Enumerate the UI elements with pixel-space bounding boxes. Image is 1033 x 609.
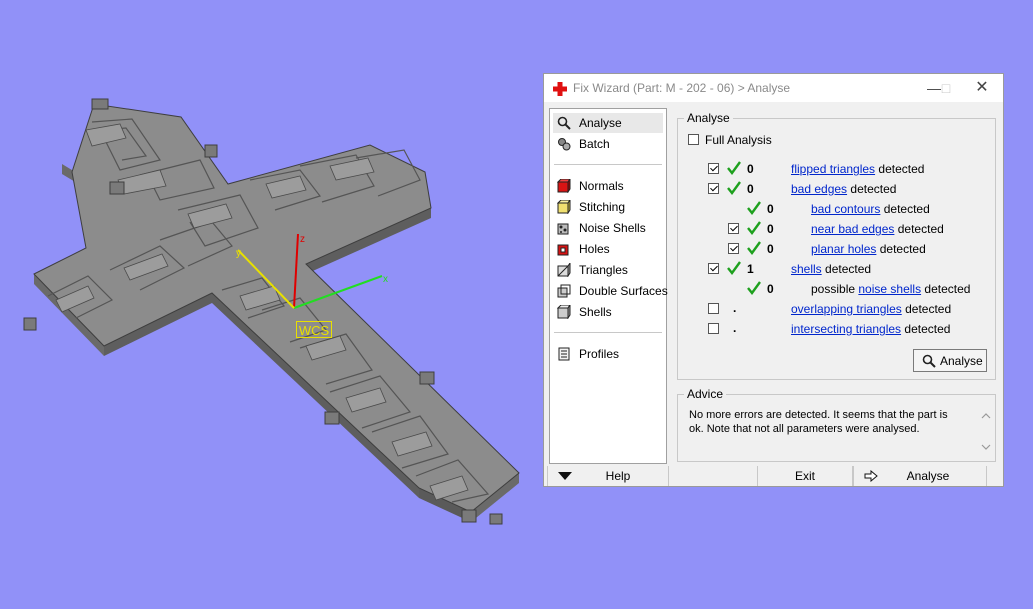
overlapping-triangles-checkbox[interactable] (708, 303, 719, 314)
intersecting-triangles-count: . (733, 321, 737, 335)
exit-button[interactable]: Exit (757, 466, 853, 486)
noise-shells-count: 0 (767, 282, 774, 296)
nav-item-stitching[interactable]: Stitching (553, 197, 663, 217)
overlapping-triangles-count: . (733, 301, 737, 315)
nav-item-normals[interactable]: Normals (553, 176, 663, 196)
overlapping-triangles-row: overlapping triangles detected (791, 302, 952, 316)
planar-holes-checkbox[interactable] (728, 243, 739, 254)
flipped-triangles-link[interactable]: flipped triangles (791, 162, 875, 176)
bad-contours-link[interactable]: bad contours (811, 202, 880, 216)
bad-contours-count: 0 (767, 202, 774, 216)
full-analysis-checkbox[interactable] (688, 134, 699, 145)
double-surfaces-icon (557, 284, 571, 298)
bad-contours-row: bad contours detected (811, 202, 930, 216)
gears-icon (558, 138, 571, 151)
nav-item-batch[interactable]: Batch (553, 134, 663, 154)
magnifier-icon (922, 354, 936, 368)
bad-edges-row: bad edges detected (791, 182, 897, 196)
near-bad-edges-link[interactable]: near bad edges (811, 222, 894, 236)
check-green-icon (727, 261, 741, 275)
planar-holes-row: planar holes detected (811, 242, 926, 256)
near-bad-edges-checkbox[interactable] (728, 223, 739, 234)
planar-holes-count: 0 (767, 242, 774, 256)
advice-group: Advice No more errors are detected. It s… (677, 387, 996, 462)
shells-checkbox[interactable] (708, 263, 719, 274)
intersecting-triangles-checkbox[interactable] (708, 323, 719, 334)
overlapping-triangles-link[interactable]: overlapping triangles (791, 302, 902, 316)
nav-item-analyse[interactable]: Analyse (553, 113, 663, 133)
title-bar[interactable]: Fix Wizard (Part: M - 202 - 06) > Analys… (544, 74, 1003, 102)
nav-item-triangles[interactable]: Triangles (553, 260, 663, 280)
nav-separator (554, 332, 662, 333)
fix-wizard-dialog: Fix Wizard (Part: M - 202 - 06) > Analys… (543, 73, 1004, 487)
profiles-icon (558, 347, 570, 361)
noise-shells-row: possible noise shells detected (811, 282, 971, 296)
noise-shells-icon (557, 223, 569, 235)
check-green-icon (747, 221, 761, 235)
svg-text:x: x (383, 274, 388, 285)
nav-item-profiles[interactable]: Profiles (553, 344, 663, 364)
scroll-arrows-icon (981, 413, 991, 450)
check-green-icon (727, 161, 741, 175)
red-cross-icon (553, 82, 567, 96)
shells-icon (557, 305, 571, 319)
near-bad-edges-row: near bad edges detected (811, 222, 944, 236)
arrow-right-icon (864, 470, 878, 482)
nav-separator (554, 164, 662, 165)
shells-row: shells detected (791, 262, 872, 276)
check-green-icon (727, 181, 741, 195)
cube-yellow-icon (557, 200, 571, 214)
nav-item-holes[interactable]: Holes (553, 239, 663, 259)
window-title: Fix Wizard (Part: M - 202 - 06) > Analys… (573, 81, 791, 95)
magnifier-icon (557, 116, 571, 130)
wizard-nav: Analyse Batch Normals Stitching Noise Sh… (549, 108, 668, 464)
cube-red-holes-icon (557, 244, 569, 256)
shells-count: 1 (747, 262, 754, 276)
analyse-button[interactable]: Analyse (913, 349, 987, 372)
intersecting-triangles-row: intersecting triangles detected (791, 322, 951, 336)
shells-link[interactable]: shells (791, 262, 822, 276)
bottom-bar: Help Exit Analyse (544, 466, 1003, 486)
svg-text:z: z (300, 234, 305, 245)
flipped-triangles-row: flipped triangles detected (791, 162, 925, 176)
help-button[interactable]: Help (547, 466, 669, 486)
check-green-icon (747, 201, 761, 215)
planar-holes-link[interactable]: planar holes (811, 242, 876, 256)
check-green-icon (747, 241, 761, 255)
advice-scrollbar[interactable] (979, 397, 993, 459)
bad-edges-link[interactable]: bad edges (791, 182, 847, 196)
triangle-down-icon (558, 472, 572, 480)
near-bad-edges-count: 0 (767, 222, 774, 236)
intersecting-triangles-link[interactable]: intersecting triangles (791, 322, 901, 336)
advice-text: No more errors are detected. It seems th… (689, 409, 948, 435)
close-button[interactable]: ✕ (972, 78, 992, 98)
bad-edges-count: 0 (747, 182, 754, 196)
nav-item-double-surfaces[interactable]: Double Surfaces (553, 281, 668, 301)
cross-part (23, 98, 520, 525)
triangles-icon (557, 263, 571, 277)
flipped-triangles-checkbox[interactable] (708, 163, 719, 174)
cube-red-icon (557, 179, 571, 193)
noise-shells-link[interactable]: noise shells (858, 282, 921, 296)
nav-item-noise-shells[interactable]: Noise Shells (553, 218, 663, 238)
bad-edges-checkbox[interactable] (708, 183, 719, 194)
flipped-triangles-count: 0 (747, 162, 754, 176)
analyse-legend: Analyse (684, 111, 733, 125)
analyse-group: Analyse Full Analysis 0 flipped triangle… (677, 111, 996, 380)
nav-item-shells[interactable]: Shells (553, 302, 663, 322)
check-green-icon (747, 281, 761, 295)
advice-legend: Advice (684, 387, 727, 401)
wcs-label: WCS (296, 321, 332, 338)
svg-text:y: y (236, 248, 241, 259)
analyse-next-button[interactable]: Analyse (853, 466, 987, 486)
full-analysis-label: Full Analysis (705, 133, 772, 147)
maximize-button[interactable]: □ (927, 78, 950, 98)
